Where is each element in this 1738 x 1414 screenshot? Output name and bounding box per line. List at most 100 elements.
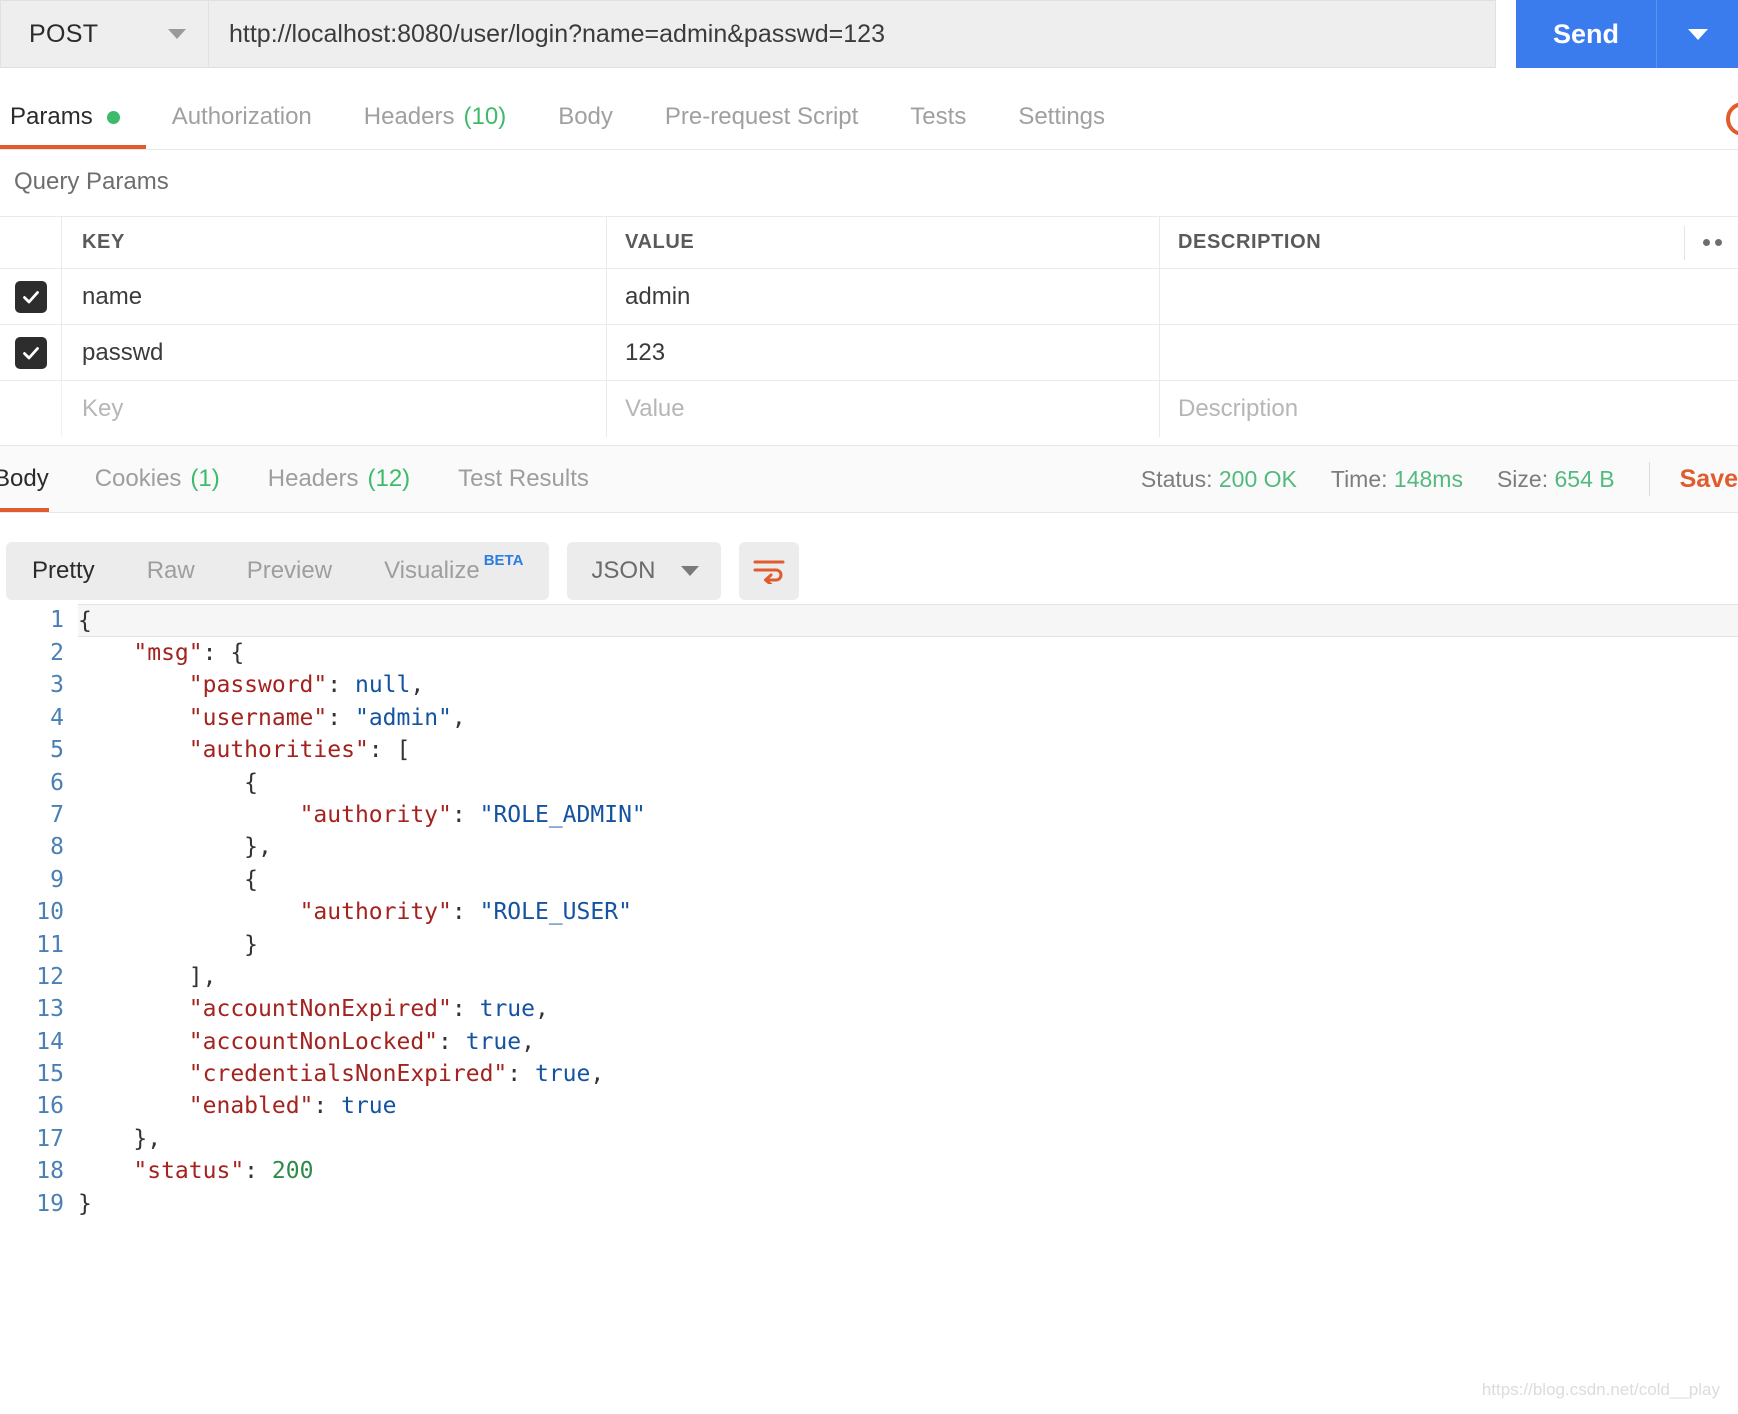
line-number: 5 bbox=[50, 737, 64, 764]
empty-row-key-cell[interactable]: Key bbox=[62, 381, 607, 437]
chevron-down-icon bbox=[1687, 28, 1708, 40]
code-line: "authority": "ROLE_ADMIN" bbox=[78, 799, 1738, 831]
row-checkbox-cell bbox=[0, 269, 62, 324]
code-token: , bbox=[590, 1061, 605, 1088]
editor-code-lines[interactable]: { "msg": { "password": null, "username":… bbox=[78, 600, 1738, 1260]
line-number: 4 bbox=[50, 704, 64, 731]
row-value-cell[interactable]: admin bbox=[607, 269, 1160, 324]
code-line: { bbox=[78, 604, 1738, 637]
column-header-key: KEY bbox=[82, 231, 125, 253]
code-token: "msg" bbox=[133, 640, 203, 666]
code-line: }, bbox=[78, 831, 1738, 863]
code-line: "accountNonLocked": true, bbox=[78, 1026, 1738, 1058]
tab-body[interactable]: Body bbox=[532, 86, 639, 148]
url-input-wrapper[interactable] bbox=[208, 0, 1496, 68]
response-meta: Status: 200 OK Time: 148ms Size: 654 B S… bbox=[1107, 462, 1738, 496]
code-line: "credentialsNonExpired": true, bbox=[78, 1058, 1738, 1090]
line-number: 17 bbox=[36, 1125, 64, 1152]
code-line: } bbox=[78, 1188, 1738, 1220]
code-token: "authority" bbox=[299, 899, 452, 926]
cookies-icon[interactable] bbox=[1726, 102, 1738, 136]
code-token: : bbox=[244, 1158, 272, 1185]
response-tab-cookies[interactable]: Cookies (1) bbox=[71, 446, 244, 512]
response-tab-body[interactable]: Body bbox=[0, 446, 71, 512]
http-method-label: POST bbox=[29, 19, 99, 48]
bulk-edit-more-icon[interactable] bbox=[1684, 225, 1722, 260]
format-tab-pretty[interactable]: Pretty bbox=[6, 542, 121, 600]
check-icon bbox=[22, 290, 39, 303]
time-label: Time: bbox=[1330, 465, 1388, 492]
row-value-cell[interactable]: 123 bbox=[607, 325, 1160, 380]
response-tab-test-results[interactable]: Test Results bbox=[434, 446, 613, 512]
tab-settings[interactable]: Settings bbox=[992, 86, 1131, 148]
row-key-cell[interactable]: name bbox=[62, 269, 607, 324]
send-button[interactable]: Send bbox=[1516, 0, 1656, 68]
editor-gutter: 1 2 3 4 5 6 7 8 9 10 11 12 13 14 15 16 17 18 19 bbox=[0, 600, 78, 1260]
response-body-editor[interactable]: 1 2 3 4 5 6 7 8 9 10 11 12 13 14 15 16 17 18 19 { "msg": {… bbox=[0, 600, 1738, 1260]
code-token: , bbox=[521, 1028, 535, 1055]
tab-tests-label: Tests bbox=[910, 103, 967, 130]
code-line: "username": "admin", bbox=[78, 702, 1738, 734]
response-tab-body-label: Body bbox=[0, 465, 49, 492]
column-header-description: DESCRIPTION bbox=[1178, 231, 1322, 253]
format-tab-visualize[interactable]: Visualize BETA bbox=[358, 542, 549, 600]
code-line: { bbox=[78, 767, 1738, 799]
url-input[interactable] bbox=[229, 19, 1475, 49]
size-value: 654 B bbox=[1554, 465, 1615, 492]
line-number: 3 bbox=[50, 672, 64, 699]
table-header-row: KEY VALUE DESCRIPTION bbox=[0, 217, 1738, 269]
tab-headers[interactable]: Headers (10) bbox=[338, 86, 532, 148]
code-line: { bbox=[78, 864, 1738, 896]
empty-row-value-cell[interactable]: Value bbox=[607, 381, 1160, 437]
tab-authorization[interactable]: Authorization bbox=[146, 86, 338, 148]
row-description-cell[interactable] bbox=[1160, 269, 1738, 324]
http-method-select[interactable]: POST bbox=[0, 0, 208, 68]
header-description-cell: DESCRIPTION bbox=[1160, 217, 1738, 268]
empty-row-description-cell[interactable]: Description bbox=[1160, 381, 1738, 437]
line-number: 9 bbox=[50, 866, 64, 893]
response-language-select[interactable]: JSON bbox=[567, 542, 722, 600]
header-key-cell: KEY bbox=[62, 217, 607, 268]
row-value-value: admin bbox=[625, 282, 691, 310]
row-key-value: name bbox=[82, 282, 143, 310]
row-key-cell[interactable]: passwd bbox=[62, 325, 607, 380]
new-description-placeholder: Description bbox=[1178, 395, 1299, 422]
response-tab-headers[interactable]: Headers (12) bbox=[244, 446, 434, 512]
row-checkbox-passwd[interactable] bbox=[14, 336, 47, 369]
code-token: , bbox=[451, 704, 466, 731]
tab-pre-request-script-label: Pre-request Script bbox=[664, 103, 859, 130]
save-response-button[interactable]: Save bbox=[1680, 465, 1738, 494]
code-token: : bbox=[507, 1061, 535, 1088]
tab-authorization-label: Authorization bbox=[171, 103, 312, 130]
new-value-placeholder: Value bbox=[625, 395, 685, 422]
code-line: "msg": { bbox=[78, 637, 1738, 669]
code-line: "accountNonExpired": true, bbox=[78, 993, 1738, 1025]
empty-row-checkbox-cell bbox=[0, 381, 62, 437]
row-description-cell[interactable] bbox=[1160, 325, 1738, 380]
header-checkbox-cell bbox=[0, 217, 62, 268]
line-number: 18 bbox=[36, 1158, 64, 1185]
format-tab-pretty-label: Pretty bbox=[32, 557, 95, 584]
row-value-value: 123 bbox=[625, 338, 666, 366]
tab-params[interactable]: Params bbox=[0, 86, 146, 149]
send-options-button[interactable] bbox=[1656, 0, 1738, 68]
line-number: 16 bbox=[36, 1093, 64, 1120]
code-token: true bbox=[465, 1028, 522, 1055]
chevron-down-icon bbox=[168, 29, 186, 39]
code-token: "username" bbox=[188, 704, 328, 731]
table-row-empty: Key Value Description bbox=[0, 381, 1738, 437]
wrap-text-button[interactable] bbox=[739, 542, 800, 600]
row-checkbox-name[interactable] bbox=[14, 280, 47, 313]
code-token: }, bbox=[78, 834, 272, 861]
code-token: "authority" bbox=[299, 801, 452, 828]
chevron-down-icon bbox=[681, 566, 700, 576]
code-line: "status": 200 bbox=[78, 1155, 1738, 1187]
format-tab-raw[interactable]: Raw bbox=[121, 542, 221, 600]
format-tab-preview[interactable]: Preview bbox=[221, 542, 358, 600]
tab-tests[interactable]: Tests bbox=[884, 86, 992, 148]
tab-pre-request-script[interactable]: Pre-request Script bbox=[639, 86, 884, 148]
